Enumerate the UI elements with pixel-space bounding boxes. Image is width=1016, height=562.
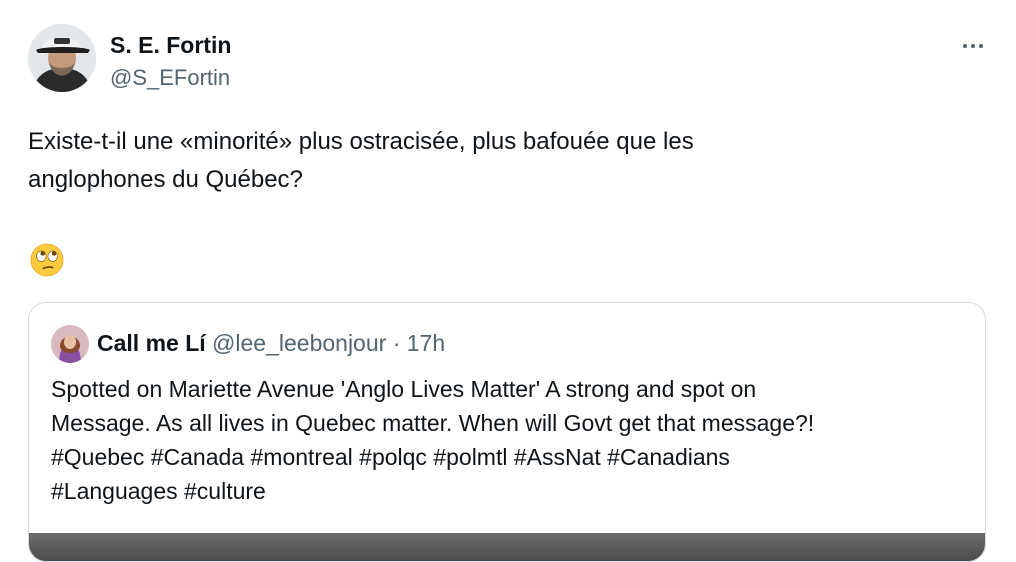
more-horizontal-icon xyxy=(979,44,983,48)
more-horizontal-icon xyxy=(971,44,975,48)
quoted-tweet-time[interactable]: 17h xyxy=(407,330,445,356)
more-horizontal-icon xyxy=(963,44,967,48)
tweet-text-line: anglophones du Québec? xyxy=(28,166,303,193)
quoted-author-avatar[interactable] xyxy=(51,325,89,363)
more-options-button[interactable] xyxy=(956,36,990,56)
quoted-text-line: #Quebec #Canada #montreal #polqc #polmtl… xyxy=(51,444,730,470)
separator-dot: · xyxy=(392,330,401,356)
quoted-text-line: #Languages #culture xyxy=(51,478,266,504)
quoted-tweet-card[interactable]: Call me Lí @lee_leebonjour · 17h Spotted… xyxy=(28,302,986,562)
author-name[interactable]: S. E. Fortin xyxy=(110,30,231,60)
author-block: S. E. Fortin @S_EFortin xyxy=(110,30,231,93)
face-with-rolling-eyes-emoji xyxy=(30,243,64,277)
tweet: S. E. Fortin @S_EFortin Existe-t-il une … xyxy=(0,0,1016,562)
author-avatar[interactable] xyxy=(28,24,96,92)
quoted-author-handle[interactable]: @lee_leebonjour xyxy=(212,330,386,356)
quoted-text-line: Spotted on Mariette Avenue 'Anglo Lives … xyxy=(51,376,757,402)
quoted-tweet-text: Spotted on Mariette Avenue 'Anglo Lives … xyxy=(51,372,951,508)
quoted-author-name[interactable]: Call me Lí xyxy=(97,330,206,356)
tweet-text-line: Existe-t-il une «minorité» plus ostracis… xyxy=(28,128,694,155)
avatar-photo xyxy=(28,24,96,92)
quoted-tweet-media[interactable] xyxy=(29,533,985,561)
quoted-tweet-header: Call me Lí @lee_leebonjour · 17h xyxy=(97,328,445,358)
author-handle[interactable]: @S_EFortin xyxy=(110,63,231,93)
quoted-text-line: Message. As all lives in Quebec matter. … xyxy=(51,410,815,436)
tweet-text: Existe-t-il une «minorité» plus ostracis… xyxy=(28,123,958,199)
avatar-photo xyxy=(51,325,89,363)
